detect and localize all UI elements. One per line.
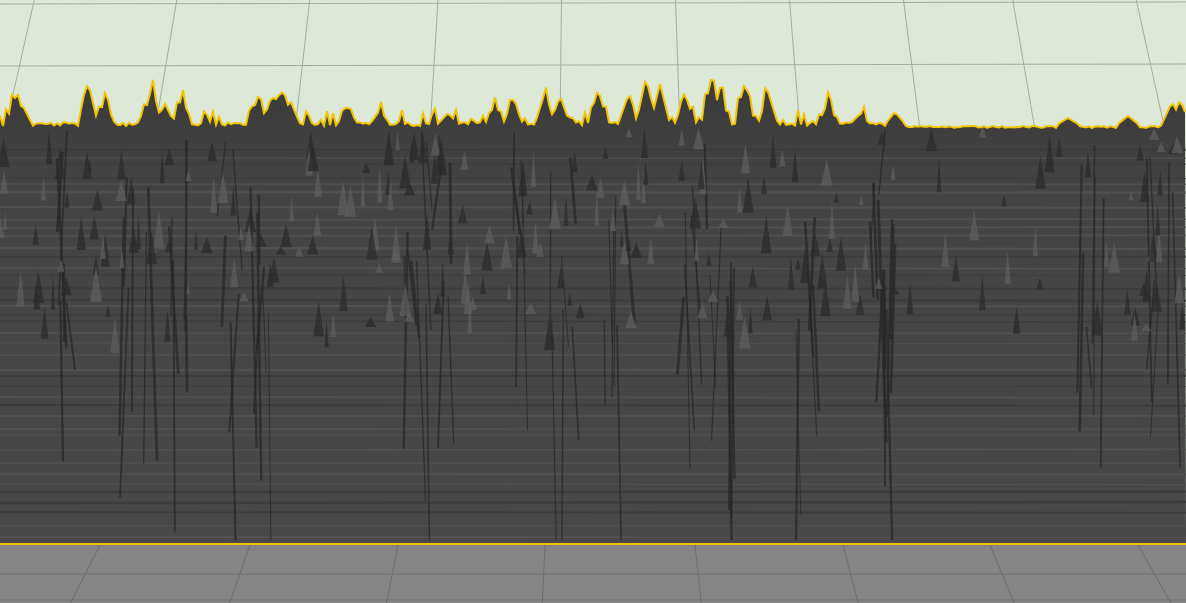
- waveform-viewport[interactable]: [0, 0, 1186, 603]
- waveform-3d-scene[interactable]: [0, 0, 1186, 603]
